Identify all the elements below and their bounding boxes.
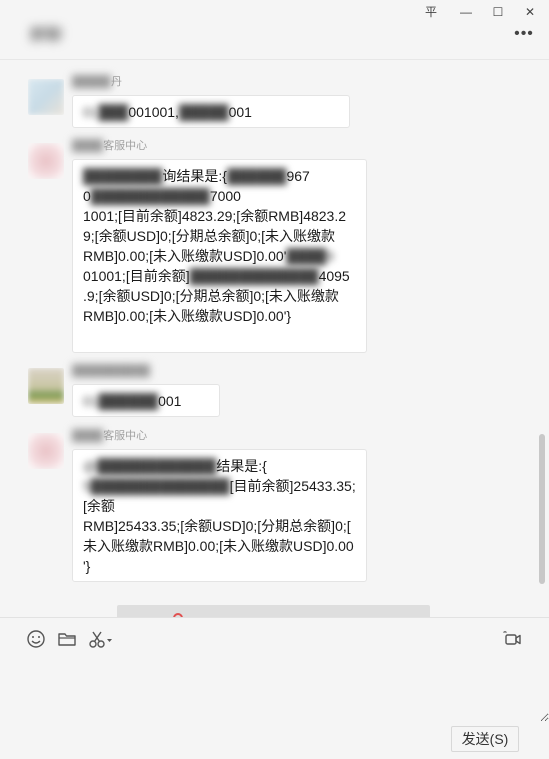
redacted-text: ████████████: [90, 188, 210, 204]
avatar-image: [28, 79, 64, 115]
title-bar: 群聊 平 — ☐ ✕ •••: [0, 0, 549, 60]
sender-name: █████丹: [72, 75, 122, 89]
redacted-text: @████████████: [83, 458, 217, 474]
message-text: 001: [228, 104, 252, 120]
sender-name: ██████████: [72, 364, 150, 378]
send-button[interactable]: 发送(S): [451, 726, 519, 752]
message-scrollbar[interactable]: [539, 434, 545, 584]
avatar[interactable]: [28, 433, 64, 469]
avatar[interactable]: [28, 79, 64, 115]
message-bubble[interactable]: ████████询结果是:{██████967 0████████████700…: [72, 159, 367, 353]
sender-name: ████客服中心: [72, 429, 147, 443]
sender-name-visible: 丹: [110, 76, 122, 88]
sender-name-redacted: ██████████: [72, 365, 150, 377]
emoji-icon[interactable]: [26, 629, 46, 649]
redacted-text: ██████: [226, 168, 287, 184]
sender-name: ████客服中心: [72, 139, 147, 153]
close-button[interactable]: ✕: [520, 2, 540, 22]
redacted-text: ████████: [83, 168, 163, 184]
redacted-text: 01: [83, 104, 99, 120]
redacted-text: ███: [98, 104, 129, 120]
redacted-text: 01██████: [83, 393, 159, 409]
sender-name-visible: 客服中心: [103, 430, 148, 442]
message-bubble[interactable]: 01███001001,█████001: [72, 95, 350, 128]
redacted-text: 5██████████████: [83, 478, 230, 494]
video-call-icon[interactable]: [502, 629, 522, 649]
sender-name-visible: 客服中心: [103, 140, 148, 152]
maximize-button[interactable]: ☐: [488, 2, 508, 22]
minimize-button[interactable]: —: [456, 2, 476, 22]
avatar-image: [28, 368, 64, 404]
redacted-text: ████9: [286, 248, 334, 264]
redacted-text: █████████████: [189, 268, 319, 284]
folder-icon[interactable]: [57, 629, 77, 649]
avatar-image: [28, 433, 64, 469]
chat-window: 群聊 平 — ☐ ✕ ••• █████丹 01███001001,█████0…: [0, 0, 549, 759]
message-input[interactable]: [0, 658, 549, 722]
avatar-image: [28, 143, 64, 179]
message-text: 001: [158, 393, 182, 409]
scissors-icon[interactable]: [88, 629, 114, 649]
chat-title: 群聊: [30, 27, 63, 44]
input-area: 发送(S): [0, 617, 549, 759]
pin-button[interactable]: 平: [421, 2, 441, 22]
message-text: 询结果是:{: [162, 168, 227, 184]
avatar[interactable]: [28, 368, 64, 404]
message-text: 01001;[目前余额]: [83, 268, 190, 284]
sender-name-redacted: ████: [72, 140, 104, 152]
sender-name-redacted: ████: [72, 430, 104, 442]
redacted-text: █████: [178, 104, 229, 120]
more-options-button[interactable]: •••: [512, 26, 536, 42]
message-bubble[interactable]: @████████████结果是:{ 5██████████████[目前余额]…: [72, 449, 367, 582]
message-bubble[interactable]: 01██████001: [72, 384, 220, 417]
avatar[interactable]: [28, 143, 64, 179]
message-list[interactable]: █████丹 01███001001,█████001 ████客服中心 ███…: [0, 61, 540, 617]
message-text: 001001,: [128, 104, 179, 120]
message-text: 结果是:{: [216, 458, 267, 474]
sender-name-redacted: █████: [72, 76, 111, 88]
partial-message-bubble[interactable]: [117, 605, 430, 617]
